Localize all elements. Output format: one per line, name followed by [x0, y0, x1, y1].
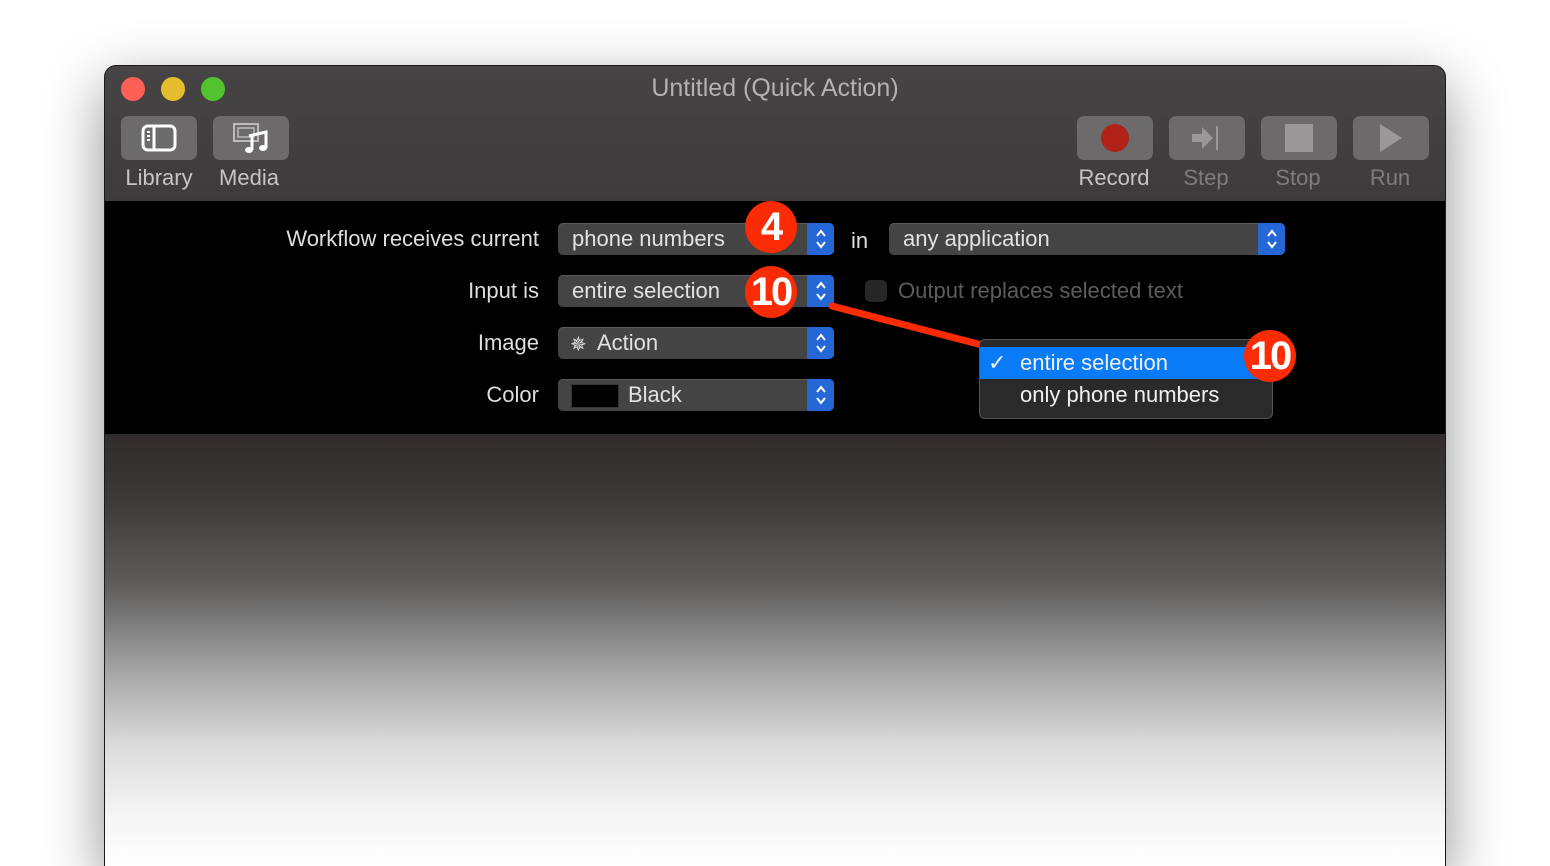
input-label: Input is: [468, 278, 539, 303]
chevron-up-down-icon: [807, 223, 834, 255]
record-button[interactable]: [1077, 116, 1153, 160]
output-replaces-label: Output replaces selected text: [898, 278, 1183, 303]
in-label: in: [851, 228, 869, 253]
output-replaces-checkbox[interactable]: [865, 280, 887, 302]
media-label: Media: [219, 165, 279, 190]
library-button[interactable]: [121, 116, 197, 160]
input-value: entire selection: [572, 278, 720, 303]
application-value: any application: [903, 226, 1050, 251]
stop-label: Stop: [1275, 165, 1321, 190]
annotation-badge: 4: [745, 201, 797, 253]
menu-item-only-phone-numbers[interactable]: only phone numbers: [980, 379, 1272, 411]
image-label: Image: [477, 330, 539, 355]
library-sidebar-icon: [141, 124, 177, 152]
checkmark-icon: ✓: [988, 350, 1007, 375]
image-popup[interactable]: ✵ Action: [558, 327, 834, 359]
receives-label: Workflow receives current: [286, 226, 539, 251]
chevron-up-down-icon: [807, 275, 834, 307]
automator-window: Untitled (Quick Action) Library Media Re…: [105, 66, 1445, 866]
stop-icon: [1285, 124, 1313, 152]
annotation-badge: 10: [1244, 330, 1296, 382]
chevron-up-down-icon: [1258, 223, 1285, 255]
record-icon: [1101, 124, 1129, 152]
color-swatch: [571, 384, 619, 408]
window-title: Untitled (Quick Action): [651, 74, 899, 102]
stop-button[interactable]: [1261, 116, 1337, 160]
chevron-up-down-icon: [807, 379, 834, 411]
color-popup[interactable]: Black: [558, 379, 834, 411]
color-label: Color: [486, 382, 539, 407]
image-value: Action: [597, 330, 659, 355]
run-icon: [1380, 124, 1402, 152]
media-music-icon: [233, 123, 268, 153]
record-label: Record: [1078, 165, 1150, 190]
color-value: Black: [628, 382, 682, 407]
step-label: Step: [1183, 165, 1229, 190]
library-label: Library: [125, 165, 193, 190]
titlebar: Untitled (Quick Action) Library Media Re…: [105, 66, 1445, 201]
gear-icon: ✵: [570, 334, 587, 356]
menu-item-entire-selection[interactable]: ✓ entire selection: [980, 347, 1272, 379]
step-icon: [1192, 126, 1218, 150]
workflow-canvas: [105, 434, 1445, 866]
run-button[interactable]: [1353, 116, 1429, 160]
input-options-menu: ✓ entire selection only phone numbers: [979, 339, 1273, 419]
chevron-up-down-icon: [807, 327, 834, 359]
application-popup[interactable]: any application: [889, 223, 1285, 255]
step-button[interactable]: [1169, 116, 1245, 160]
media-button[interactable]: [213, 116, 289, 160]
receives-type-value: phone numbers: [572, 226, 725, 251]
run-label: Run: [1369, 165, 1411, 190]
annotation-badge: 10: [745, 266, 797, 318]
